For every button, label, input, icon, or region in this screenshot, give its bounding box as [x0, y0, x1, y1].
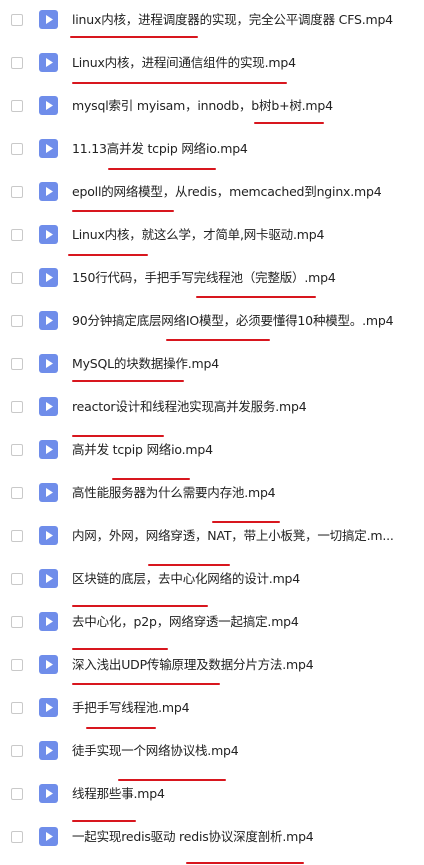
video-file-icon: [39, 655, 58, 674]
list-item[interactable]: 内网，外网，网络穿透，NAT，带上小板凳，一切搞定.m...: [0, 516, 424, 566]
file-name[interactable]: reactor设计和线程池实现高并发服务.mp4: [72, 399, 307, 415]
file-name[interactable]: epoll的网络模型，从redis，memcached到nginx.mp4: [72, 184, 382, 200]
video-file-icon: [39, 741, 58, 760]
video-file-icon: [39, 483, 58, 502]
underline-mark: [254, 122, 324, 124]
video-file-icon: [39, 10, 58, 29]
file-name[interactable]: 150行代码，手把手写完线程池（完整版）.mp4: [72, 270, 336, 286]
list-item[interactable]: 一起实现redis驱动 redis协议深度剖析.mp4: [0, 817, 424, 864]
video-file-icon: [39, 784, 58, 803]
checkbox[interactable]: [11, 616, 23, 628]
list-item[interactable]: 150行代码，手把手写完线程池（完整版）.mp4: [0, 258, 424, 301]
underline-mark: [186, 862, 304, 864]
file-name[interactable]: 高性能服务器为什么需要内存池.mp4: [72, 485, 276, 501]
checkbox[interactable]: [11, 272, 23, 284]
video-file-icon: [39, 139, 58, 158]
underline-mark: [72, 380, 184, 382]
video-file-icon: [39, 182, 58, 201]
checkbox[interactable]: [11, 530, 23, 542]
list-item[interactable]: 11.13高并发 tcpip 网络io.mp4: [0, 129, 424, 172]
underline-mark: [86, 727, 156, 729]
underline-mark: [68, 254, 148, 256]
video-file-icon: [39, 53, 58, 72]
video-file-icon: [39, 440, 58, 459]
list-item[interactable]: epoll的网络模型，从redis，memcached到nginx.mp4: [0, 172, 424, 215]
list-item[interactable]: 去中心化，p2p，网络穿透一起搞定.mp4: [0, 602, 424, 650]
file-list: linux内核，进程调度器的实现，完全公平调度器 CFS.mp4 Linux内核…: [0, 0, 424, 865]
underline-mark: [108, 168, 216, 170]
video-file-icon: [39, 526, 58, 545]
file-name[interactable]: 区块链的底层，去中心化网络的设计.mp4: [72, 571, 300, 587]
checkbox[interactable]: [11, 831, 23, 843]
checkbox[interactable]: [11, 358, 23, 370]
file-name[interactable]: 深入浅出UDP传输原理及数据分片方法.mp4: [72, 657, 314, 673]
checkbox[interactable]: [11, 57, 23, 69]
file-name[interactable]: 一起实现redis驱动 redis协议深度剖析.mp4: [72, 829, 314, 845]
file-name[interactable]: 11.13高并发 tcpip 网络io.mp4: [72, 141, 248, 157]
video-file-icon: [39, 698, 58, 717]
checkbox[interactable]: [11, 186, 23, 198]
list-item[interactable]: MySQL的块数据操作.mp4: [0, 344, 424, 387]
video-file-icon: [39, 96, 58, 115]
video-file-icon: [39, 827, 58, 846]
file-name[interactable]: 内网，外网，网络穿透，NAT，带上小板凳，一切搞定.m...: [72, 528, 394, 544]
checkbox[interactable]: [11, 401, 23, 413]
underline-mark: [72, 82, 287, 84]
file-name[interactable]: linux内核，进程调度器的实现，完全公平调度器 CFS.mp4: [72, 12, 393, 28]
checkbox[interactable]: [11, 702, 23, 714]
list-item[interactable]: mysql索引 myisam，innodb，b树b+树.mp4: [0, 86, 424, 129]
checkbox[interactable]: [11, 229, 23, 241]
checkbox[interactable]: [11, 100, 23, 112]
list-item[interactable]: 徒手实现一个网络协议栈.mp4: [0, 731, 424, 781]
underline-mark: [72, 683, 220, 685]
video-file-icon: [39, 354, 58, 373]
list-item[interactable]: 90分钟搞定底层网络IO模型，必须要懂得10种模型。.mp4: [0, 301, 424, 344]
file-name[interactable]: Linux内核，进程间通信组件的实现.mp4: [72, 55, 296, 71]
list-item[interactable]: 线程那些事.mp4: [0, 774, 424, 822]
underline-mark: [196, 296, 316, 298]
file-name[interactable]: 高并发 tcpip 网络io.mp4: [72, 442, 213, 458]
file-name[interactable]: 线程那些事.mp4: [72, 786, 165, 802]
file-name[interactable]: 手把手写线程池.mp4: [72, 700, 190, 716]
file-name[interactable]: mysql索引 myisam，innodb，b树b+树.mp4: [72, 98, 333, 114]
underline-mark: [70, 36, 198, 38]
list-item[interactable]: 高并发 tcpip 网络io.mp4: [0, 430, 424, 480]
video-file-icon: [39, 268, 58, 287]
checkbox[interactable]: [11, 659, 23, 671]
video-file-icon: [39, 225, 58, 244]
file-name[interactable]: 徒手实现一个网络协议栈.mp4: [72, 743, 239, 759]
file-name[interactable]: 去中心化，p2p，网络穿透一起搞定.mp4: [72, 614, 299, 630]
video-file-icon: [39, 569, 58, 588]
video-file-icon: [39, 612, 58, 631]
checkbox[interactable]: [11, 14, 23, 26]
video-file-icon: [39, 311, 58, 330]
checkbox[interactable]: [11, 788, 23, 800]
checkbox[interactable]: [11, 573, 23, 585]
underline-mark: [166, 339, 270, 341]
list-item[interactable]: 手把手写线程池.mp4: [0, 688, 424, 731]
checkbox[interactable]: [11, 745, 23, 757]
list-item[interactable]: linux内核，进程调度器的实现，完全公平调度器 CFS.mp4: [0, 0, 424, 43]
list-item[interactable]: reactor设计和线程池实现高并发服务.mp4: [0, 387, 424, 437]
file-name[interactable]: 90分钟搞定底层网络IO模型，必须要懂得10种模型。.mp4: [72, 313, 394, 329]
list-item[interactable]: Linux内核，就这么学，才简单,网卡驱动.mp4: [0, 215, 424, 258]
underline-mark: [72, 210, 174, 212]
checkbox[interactable]: [11, 143, 23, 155]
file-name[interactable]: Linux内核，就这么学，才简单,网卡驱动.mp4: [72, 227, 324, 243]
list-item[interactable]: Linux内核，进程间通信组件的实现.mp4: [0, 43, 424, 86]
list-item[interactable]: 高性能服务器为什么需要内存池.mp4: [0, 473, 424, 523]
checkbox[interactable]: [11, 315, 23, 327]
video-file-icon: [39, 397, 58, 416]
list-item[interactable]: 区块链的底层，去中心化网络的设计.mp4: [0, 559, 424, 607]
list-item[interactable]: 深入浅出UDP传输原理及数据分片方法.mp4: [0, 645, 424, 688]
checkbox[interactable]: [11, 487, 23, 499]
file-name[interactable]: MySQL的块数据操作.mp4: [72, 356, 219, 372]
checkbox[interactable]: [11, 444, 23, 456]
